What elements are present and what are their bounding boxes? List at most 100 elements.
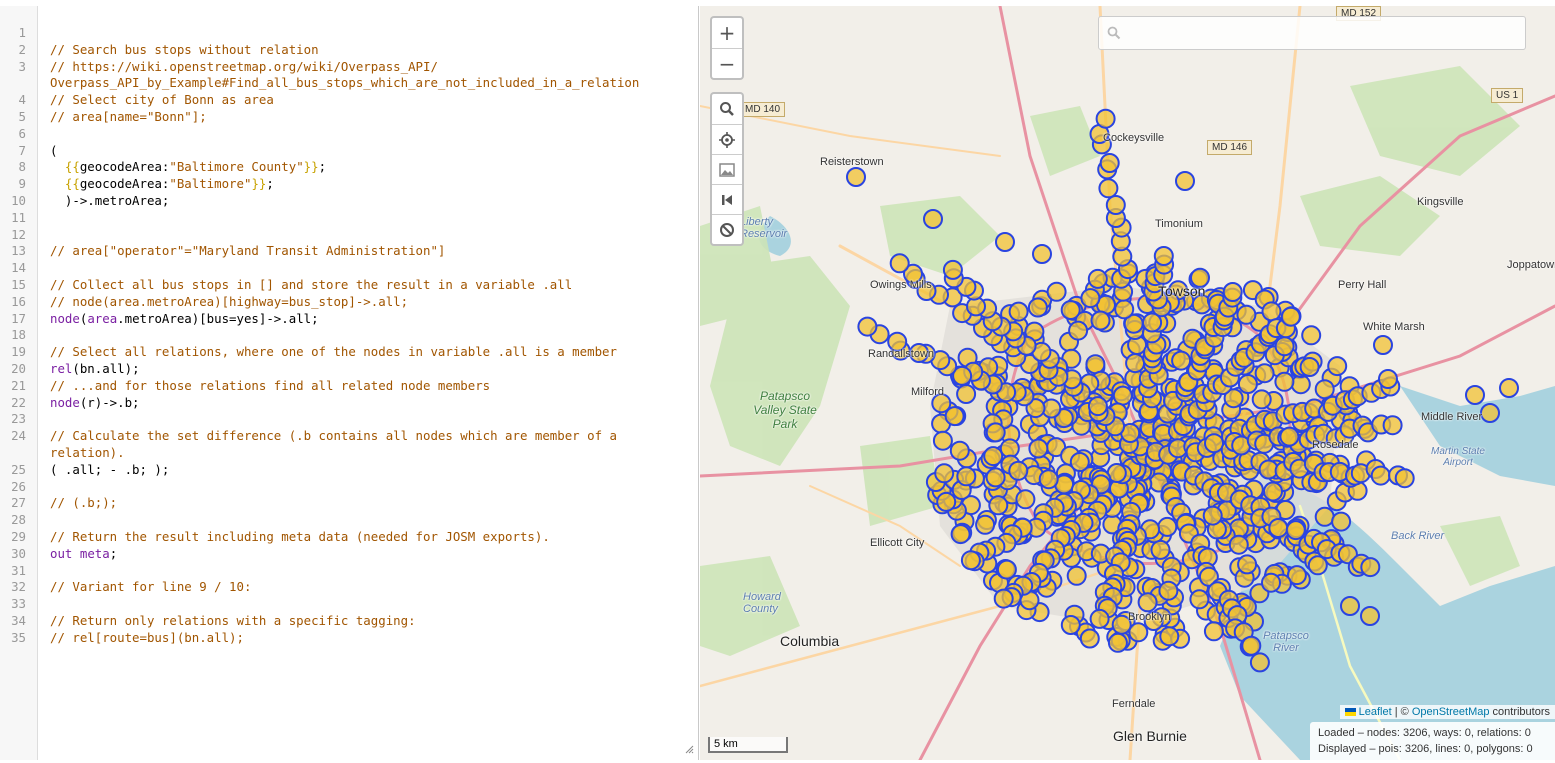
bus-stop-marker[interactable] [1314, 506, 1335, 527]
resize-grip-icon[interactable] [685, 745, 694, 754]
bus-stop-marker[interactable] [985, 422, 1006, 443]
bus-stop-marker[interactable] [934, 463, 955, 484]
code-line[interactable]: // ...and for those relations find all r… [50, 377, 490, 394]
bus-stop-marker[interactable] [1280, 306, 1301, 327]
bus-stop-marker[interactable] [942, 259, 963, 280]
toggle-data-button[interactable] [712, 214, 742, 244]
zoom-to-data-button[interactable] [712, 184, 742, 214]
bus-stop-marker[interactable] [1480, 403, 1500, 423]
bus-stop-marker[interactable] [1373, 335, 1393, 355]
bus-stop-marker[interactable] [949, 440, 970, 461]
bus-stop-marker[interactable] [1254, 363, 1275, 384]
bus-stop-marker[interactable] [1301, 325, 1322, 346]
leaflet-link[interactable]: Leaflet [1359, 706, 1392, 718]
code-line[interactable]: // node(area.metroArea)[highway=bus_stop… [50, 293, 408, 310]
bus-stop-marker[interactable] [985, 467, 1006, 488]
bus-stop-marker[interactable] [1099, 153, 1120, 173]
bus-stop-marker[interactable] [1158, 580, 1179, 601]
bus-stop-marker[interactable] [1360, 557, 1381, 578]
code-line[interactable]: // Select city of Bonn as area [50, 91, 274, 108]
bus-stop-marker[interactable] [1268, 518, 1289, 538]
export-image-button[interactable] [712, 154, 742, 184]
bus-stop-marker[interactable] [1202, 505, 1223, 526]
bus-stop-marker[interactable] [1090, 310, 1111, 331]
bus-stop-marker[interactable] [846, 167, 866, 187]
bus-stop-marker[interactable] [1274, 336, 1295, 357]
bus-stop-marker[interactable] [1274, 371, 1295, 392]
bus-stop-marker[interactable] [1085, 354, 1106, 375]
bus-stop-marker[interactable] [1307, 555, 1328, 576]
code-line[interactable]: node(r)->.b; [50, 394, 140, 411]
bus-stop-marker[interactable] [1098, 178, 1119, 199]
code-line[interactable]: // Return the result including meta data… [50, 528, 550, 545]
bus-stop-marker[interactable] [889, 253, 910, 274]
bus-stop-marker[interactable] [1060, 615, 1081, 635]
bus-stop-marker[interactable] [1263, 481, 1283, 502]
bus-stop-marker[interactable] [1285, 520, 1306, 541]
search-map-button[interactable] [712, 94, 742, 124]
bus-stop-marker[interactable] [1087, 396, 1108, 417]
code-line[interactable]: // Calculate the set difference (.b cont… [50, 427, 617, 444]
bus-stop-marker[interactable] [1370, 465, 1391, 486]
map-view[interactable]: Reisterstown Owings Mills Randallstown M… [700, 6, 1555, 760]
bus-stop-marker[interactable] [1089, 608, 1110, 629]
bus-stop-marker[interactable] [950, 524, 971, 545]
bus-stop-marker[interactable] [1107, 632, 1128, 653]
bus-stop-marker[interactable] [1150, 539, 1171, 560]
osm-link[interactable]: OpenStreetMap [1412, 706, 1490, 718]
bus-stop-marker[interactable] [1032, 244, 1052, 264]
locate-button[interactable] [712, 124, 742, 154]
bus-stop-marker[interactable] [995, 232, 1015, 252]
bus-stop-marker[interactable] [1175, 171, 1195, 191]
code-line[interactable]: relation). [50, 444, 125, 461]
code-line[interactable]: ( [50, 142, 57, 159]
bus-stop-marker[interactable] [1137, 592, 1158, 613]
bus-stop-marker[interactable] [1028, 438, 1049, 459]
bus-stop-marker[interactable] [1378, 369, 1398, 389]
code-line[interactable]: Overpass_API_by_Example#Find_all_bus_sto… [50, 74, 639, 91]
bus-stop-marker[interactable] [1340, 596, 1360, 616]
bus-stop-marker[interactable] [1394, 468, 1415, 489]
bus-stop-marker[interactable] [1251, 389, 1272, 410]
bus-stop-marker[interactable] [1279, 426, 1300, 447]
code-line[interactable]: // Variant for line 9 / 10: [50, 578, 251, 595]
bus-stop-marker[interactable] [1171, 350, 1192, 371]
bus-stop-marker[interactable] [1068, 320, 1089, 341]
code-line[interactable]: // rel[route=bus](bn.all); [50, 629, 244, 646]
bus-stop-marker[interactable] [1087, 268, 1108, 289]
bus-stop-marker[interactable] [1382, 415, 1403, 436]
bus-stop-marker[interactable] [932, 430, 953, 451]
bus-stop-marker[interactable] [1038, 469, 1059, 490]
bus-stop-marker[interactable] [993, 588, 1014, 609]
bus-stop-marker[interactable] [1327, 356, 1348, 377]
map-search-input[interactable] [1129, 23, 1519, 45]
bus-stop-marker[interactable] [1360, 606, 1380, 626]
bus-stop-marker[interactable] [1105, 195, 1126, 215]
bus-stop-marker[interactable] [1203, 621, 1224, 642]
bus-stop-marker[interactable] [1046, 281, 1067, 302]
bus-stop-marker[interactable] [1066, 565, 1087, 586]
bus-stop-marker[interactable] [1499, 378, 1519, 398]
bus-stop-marker[interactable] [1204, 433, 1224, 454]
bus-stop-marker[interactable] [960, 550, 981, 571]
bus-stop-marker[interactable] [1261, 572, 1281, 593]
bus-stop-marker[interactable] [983, 446, 1004, 467]
bus-stop-marker[interactable] [1128, 622, 1149, 643]
bus-stop-marker[interactable] [956, 466, 977, 487]
bus-stop-marker[interactable] [857, 316, 878, 337]
bus-stop-marker[interactable] [1261, 301, 1282, 322]
code-line[interactable]: // Return only relations with a specific… [50, 612, 416, 629]
code-line[interactable]: )->.metroArea; [50, 192, 169, 209]
bus-stop-marker[interactable] [1112, 385, 1133, 406]
code-line[interactable]: // area["operator"="Maryland Transit Adm… [50, 242, 445, 259]
code-line[interactable]: ( .all; - .b; ); [50, 461, 169, 478]
bus-stop-marker[interactable] [1465, 385, 1485, 405]
bus-stop-marker[interactable] [1015, 489, 1036, 510]
bus-stop-marker[interactable] [936, 491, 957, 512]
code-line[interactable]: rel(bn.all); [50, 360, 140, 377]
bus-stop-marker[interactable] [1027, 297, 1048, 318]
bus-stop-marker[interactable] [1114, 299, 1135, 320]
bus-stop-marker[interactable] [975, 514, 996, 535]
bus-stop-marker[interactable] [1060, 300, 1081, 320]
code-line[interactable]: // Search bus stops without relation [50, 41, 319, 58]
